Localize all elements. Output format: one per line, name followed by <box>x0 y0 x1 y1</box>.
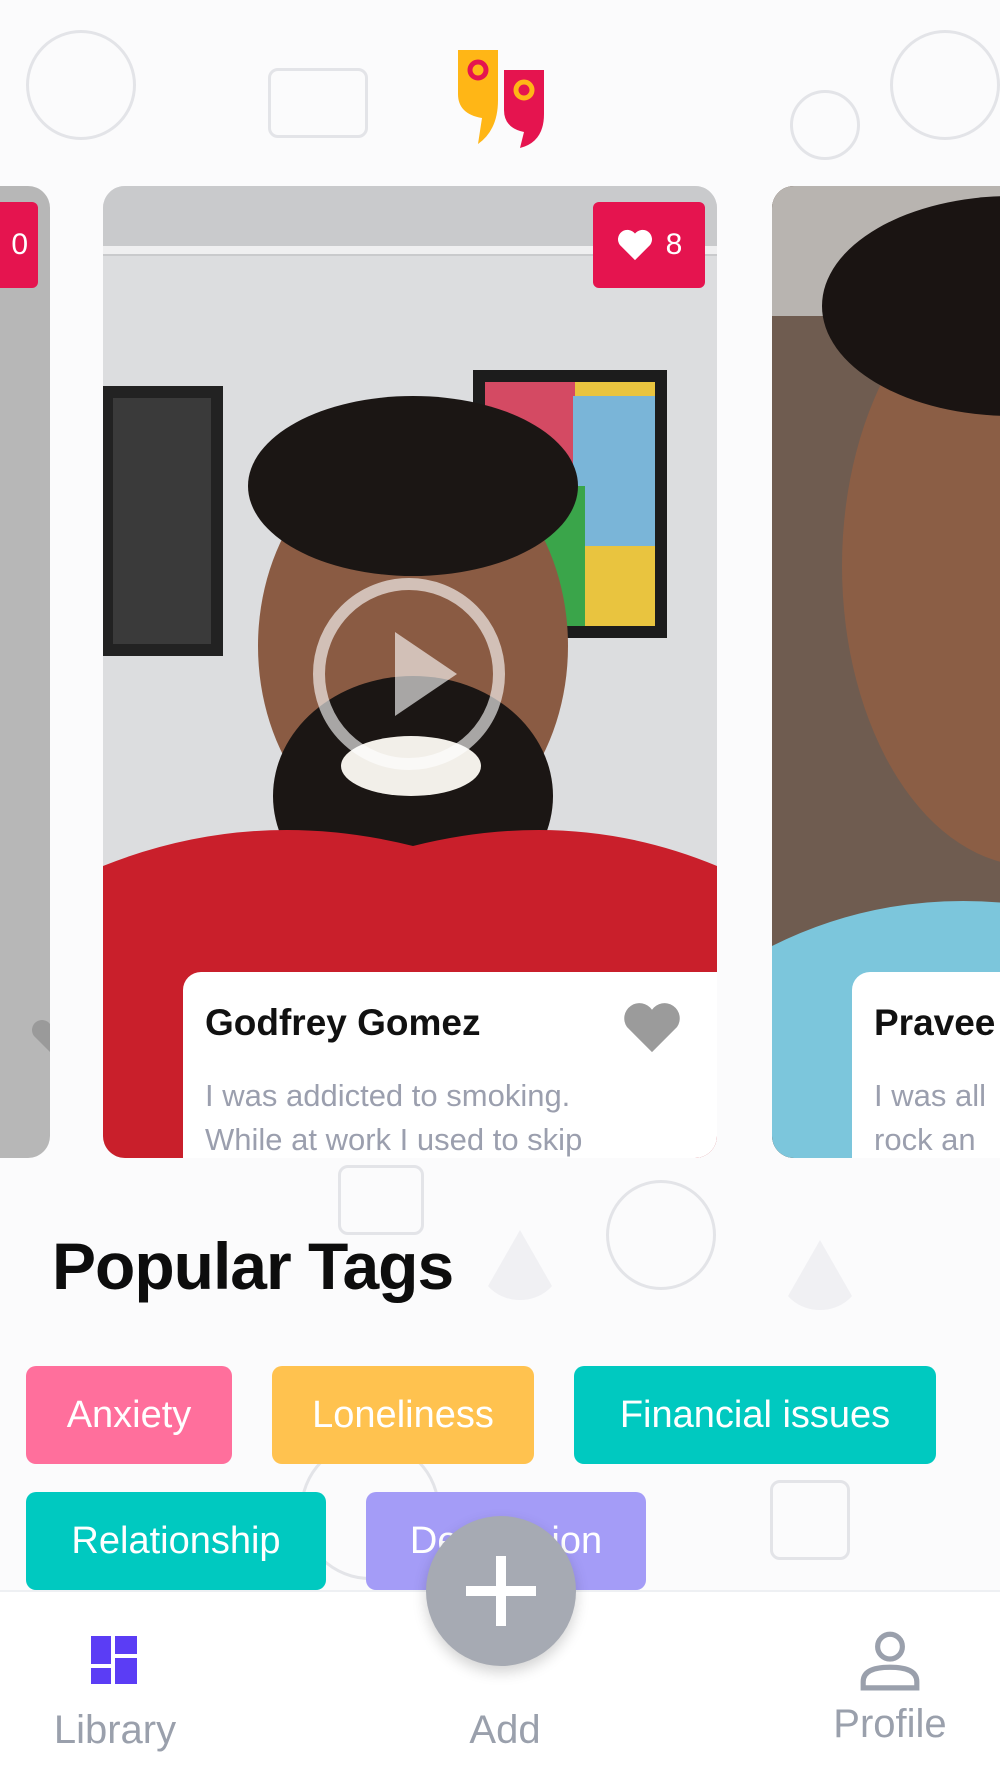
story-card-next[interactable]: Pravee I was all rock an <box>772 186 1000 1158</box>
like-count: 0 <box>11 228 28 261</box>
add-story-button[interactable] <box>426 1516 576 1666</box>
like-count-badge[interactable]: 8 <box>593 202 705 288</box>
nav-label: Library <box>53 1708 177 1752</box>
story-excerpt-line: While at work I used to skip <box>205 1122 583 1157</box>
story-carousel[interactable]: 0 8 Godfrey Gomez I was addicted to smok… <box>0 186 1000 1158</box>
bag-doodle <box>770 1480 850 1560</box>
story-card-current[interactable]: 8 Godfrey Gomez I was addicted to smokin… <box>103 186 717 1158</box>
story-caption: Pravee I was all rock an <box>852 972 1000 1158</box>
quote-bubbles-logo-icon <box>458 50 544 148</box>
bag-doodle <box>338 1165 424 1235</box>
grid-icon <box>91 1636 137 1684</box>
compass-doodle <box>606 1180 716 1290</box>
play-button[interactable] <box>313 578 505 770</box>
story-excerpt-line: I was addicted to smoking. <box>205 1078 571 1113</box>
person-icon <box>860 1631 920 1691</box>
tag-anxiety[interactable]: Anxiety <box>26 1366 232 1464</box>
plus-icon <box>466 1556 536 1626</box>
story-excerpt-line: I was all <box>874 1078 986 1113</box>
nav-label: Add <box>469 1708 541 1752</box>
picture-doodle <box>268 68 368 138</box>
story-card-previous[interactable]: 0 <box>0 186 50 1158</box>
pin-doodle <box>790 90 860 160</box>
story-excerpt-line: rock an <box>874 1122 976 1157</box>
story-excerpt: I was addicted to smoking. While at work… <box>205 1074 695 1158</box>
tag-financial-issues[interactable]: Financial issues <box>574 1366 936 1464</box>
popular-tags-title: Popular Tags <box>52 1229 454 1303</box>
like-count: 8 <box>665 228 683 261</box>
tag-loneliness[interactable]: Loneliness <box>272 1366 534 1464</box>
heart-icon[interactable] <box>30 1016 50 1056</box>
story-excerpt: I was all rock an <box>874 1074 1000 1158</box>
nav-library[interactable]: Library <box>40 1592 190 1778</box>
tag-relationship[interactable]: Relationship <box>26 1492 326 1590</box>
moon-doodle <box>890 30 1000 140</box>
nav-profile[interactable]: Profile <box>815 1592 965 1778</box>
like-count-badge[interactable]: 0 <box>0 202 38 288</box>
author-name: Godfrey Gomez <box>205 1002 481 1043</box>
story-caption: Godfrey Gomez I was addicted to smoking.… <box>183 972 717 1158</box>
heart-icon <box>617 229 652 261</box>
author-name: Pravee <box>874 1002 996 1043</box>
moon-doodle <box>26 30 136 140</box>
tent-doodle <box>480 1230 560 1300</box>
heart-icon[interactable] <box>623 1002 681 1054</box>
nav-label: Profile <box>833 1702 947 1746</box>
mountain-doodle <box>780 1240 860 1310</box>
